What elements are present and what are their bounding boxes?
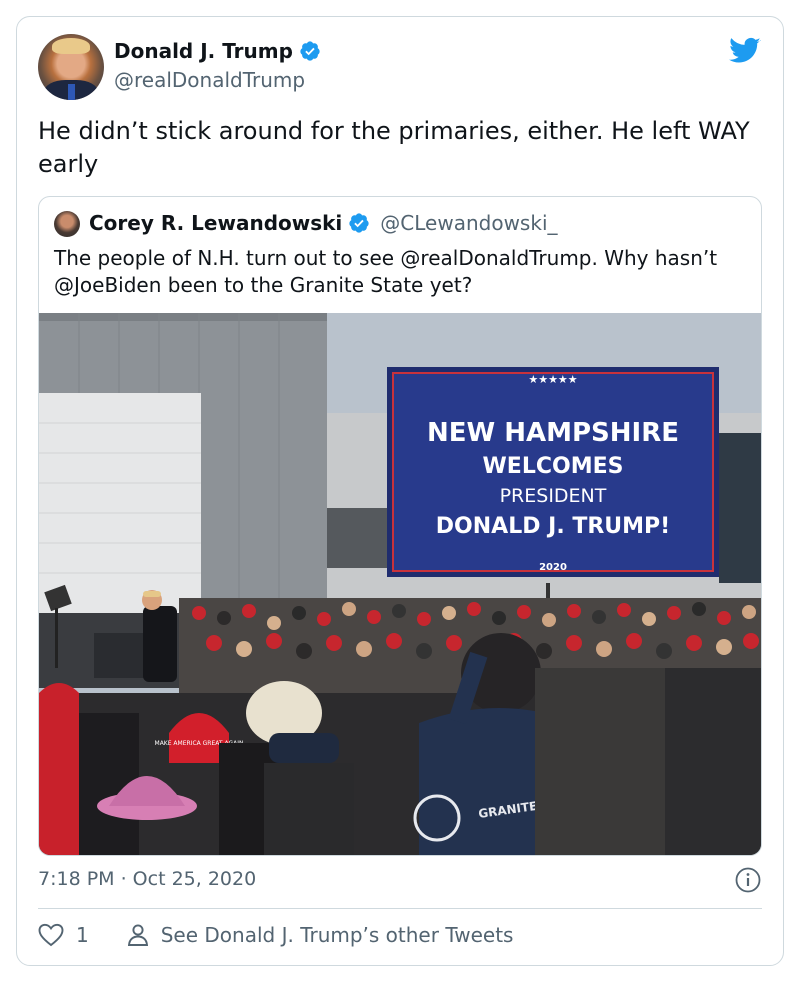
author-name[interactable]: Donald J. Trump: [114, 39, 293, 63]
author-handle[interactable]: @realDonaldTrump: [114, 68, 305, 92]
quoted-tweet-text: The people of N.H. turn out to see @real…: [54, 246, 718, 297]
person-icon: [127, 924, 148, 946]
see-other-tweets-link[interactable]: See Donald J. Trump’s other Tweets: [127, 923, 514, 947]
author-avatar[interactable]: [38, 34, 104, 100]
screen-line3: PRESIDENT: [500, 485, 607, 507]
tweet-text: He didn’t stick around for the primaries…: [38, 117, 750, 178]
rally-photo-illustration: ★★★★★ NEW HAMPSHIRE WELCOMES PRESIDENT D…: [39, 313, 761, 855]
tweet-footer: 1 See Donald J. Trump’s other Tweets: [38, 923, 513, 947]
verified-badge-icon: [300, 41, 320, 61]
screen-line4: DONALD J. TRUMP!: [436, 514, 670, 539]
author-name-row: Donald J. Trump: [114, 39, 321, 63]
see-other-tweets-label[interactable]: See Donald J. Trump’s other Tweets: [161, 923, 514, 947]
heart-icon[interactable]: [38, 923, 64, 947]
footer-divider: [38, 908, 762, 909]
info-icon[interactable]: [735, 867, 761, 893]
tweet-card[interactable]: Donald J. Trump @realDonaldTrump He didn…: [16, 16, 784, 966]
quoted-author-name[interactable]: Corey R. Lewandowski: [89, 211, 342, 235]
quoted-author-row: Corey R. Lewandowski @CLewandowski_: [89, 211, 558, 235]
twitter-bird-icon[interactable]: [729, 37, 761, 65]
tweet-timestamp[interactable]: 7:18 PM · Oct 25, 2020: [38, 868, 256, 890]
verified-badge-icon: [349, 213, 369, 233]
screen-line2: WELCOMES: [483, 454, 624, 479]
screen-stars: ★★★★★: [528, 373, 577, 386]
like-count[interactable]: 1: [76, 923, 89, 947]
quoted-tweet[interactable]: Corey R. Lewandowski @CLewandowski_ The …: [38, 196, 762, 856]
screen-year: 2020: [539, 562, 567, 573]
quoted-author-avatar[interactable]: [54, 211, 80, 237]
screen-line1: NEW HAMPSHIRE: [427, 418, 679, 448]
rally-photo[interactable]: ★★★★★ NEW HAMPSHIRE WELCOMES PRESIDENT D…: [39, 313, 761, 855]
quoted-author-handle[interactable]: @CLewandowski_: [380, 211, 557, 235]
